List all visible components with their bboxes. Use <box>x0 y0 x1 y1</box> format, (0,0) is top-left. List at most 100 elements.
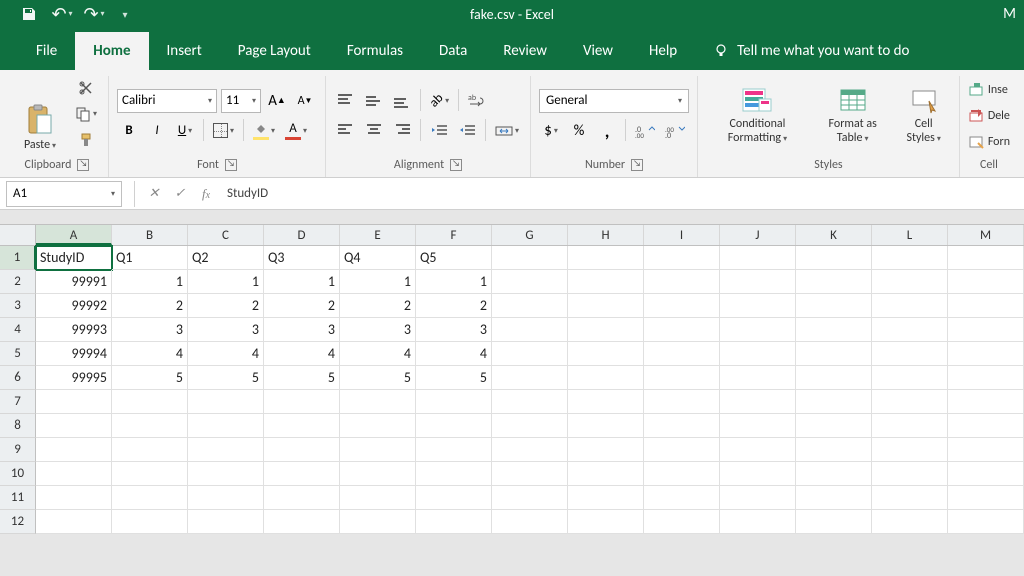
cell[interactable] <box>492 342 568 366</box>
cell[interactable] <box>720 414 796 438</box>
row-header[interactable]: 2 <box>0 270 36 294</box>
cell[interactable] <box>492 486 568 510</box>
cell[interactable] <box>948 318 1024 342</box>
decrease-font-button[interactable]: A▼ <box>293 89 317 113</box>
cell[interactable] <box>948 510 1024 534</box>
cell[interactable] <box>492 438 568 462</box>
cell[interactable] <box>188 414 264 438</box>
tab-data[interactable]: Data <box>421 32 485 70</box>
cell[interactable] <box>568 366 644 390</box>
cell[interactable] <box>644 270 720 294</box>
row-header[interactable]: 7 <box>0 390 36 414</box>
row-header[interactable]: 8 <box>0 414 36 438</box>
save-button[interactable] <box>18 3 40 25</box>
cell[interactable]: 4 <box>264 342 340 366</box>
cell[interactable] <box>948 462 1024 486</box>
accounting-format-button[interactable]: $▾ <box>539 119 563 143</box>
cell[interactable] <box>720 294 796 318</box>
cell[interactable] <box>112 438 188 462</box>
cell[interactable] <box>264 414 340 438</box>
row-header[interactable]: 1 <box>0 246 36 270</box>
cell[interactable] <box>872 342 948 366</box>
cell[interactable] <box>948 390 1024 414</box>
clipboard-dialog-launcher[interactable] <box>77 159 89 171</box>
cell[interactable] <box>568 270 644 294</box>
decrease-indent-button[interactable] <box>427 119 451 143</box>
col-header[interactable]: G <box>492 225 568 245</box>
cell[interactable]: Q3 <box>264 246 340 270</box>
cell[interactable] <box>872 390 948 414</box>
cell[interactable] <box>36 414 112 438</box>
cell[interactable]: Q1 <box>112 246 188 270</box>
cell[interactable]: 99992 <box>36 294 112 318</box>
cell[interactable] <box>112 510 188 534</box>
cell[interactable] <box>568 486 644 510</box>
cell[interactable] <box>36 486 112 510</box>
cell[interactable]: 4 <box>112 342 188 366</box>
cell[interactable] <box>872 270 948 294</box>
font-name-select[interactable]: Calibri▾ <box>117 89 217 113</box>
cell[interactable] <box>644 318 720 342</box>
col-header[interactable]: L <box>872 225 948 245</box>
cell[interactable] <box>796 318 872 342</box>
cell[interactable]: 2 <box>416 294 492 318</box>
cell[interactable] <box>112 390 188 414</box>
cell[interactable] <box>720 438 796 462</box>
cell[interactable] <box>416 414 492 438</box>
cell[interactable] <box>948 270 1024 294</box>
cell[interactable] <box>340 390 416 414</box>
cell[interactable] <box>720 342 796 366</box>
cell[interactable] <box>644 342 720 366</box>
cell[interactable] <box>340 438 416 462</box>
row-header[interactable]: 5 <box>0 342 36 366</box>
cell[interactable] <box>872 462 948 486</box>
cell[interactable]: 2 <box>264 294 340 318</box>
cell[interactable] <box>568 390 644 414</box>
cell[interactable] <box>492 510 568 534</box>
row-header[interactable]: 3 <box>0 294 36 318</box>
cell[interactable]: 2 <box>112 294 188 318</box>
cell[interactable]: Q2 <box>188 246 264 270</box>
cell[interactable]: 3 <box>264 318 340 342</box>
cell[interactable] <box>492 246 568 270</box>
cell[interactable] <box>340 414 416 438</box>
cell[interactable] <box>948 366 1024 390</box>
underline-button[interactable]: U▾ <box>173 119 197 143</box>
cell[interactable] <box>264 462 340 486</box>
cell[interactable] <box>948 486 1024 510</box>
cell[interactable] <box>188 462 264 486</box>
cell[interactable]: 3 <box>188 318 264 342</box>
align-right-button[interactable] <box>390 119 414 143</box>
cell[interactable] <box>872 438 948 462</box>
cell[interactable] <box>644 438 720 462</box>
cell[interactable] <box>112 414 188 438</box>
cell[interactable] <box>644 462 720 486</box>
italic-button[interactable]: I <box>145 119 169 143</box>
cell[interactable]: 99993 <box>36 318 112 342</box>
cell[interactable] <box>492 462 568 486</box>
cell[interactable]: StudyID <box>36 246 112 270</box>
qat-customize[interactable]: ▾ <box>114 3 136 25</box>
cell[interactable] <box>492 390 568 414</box>
cell[interactable] <box>644 390 720 414</box>
col-header[interactable]: B <box>112 225 188 245</box>
align-middle-button[interactable] <box>362 89 386 113</box>
name-box[interactable]: A1▾ <box>6 181 122 207</box>
cell[interactable]: 99994 <box>36 342 112 366</box>
font-color-button[interactable]: A▾ <box>282 119 310 143</box>
tab-home[interactable]: Home <box>75 32 148 70</box>
cell[interactable] <box>796 294 872 318</box>
cell[interactable] <box>872 318 948 342</box>
cell[interactable] <box>948 414 1024 438</box>
cell[interactable] <box>188 390 264 414</box>
cell[interactable] <box>264 510 340 534</box>
cell[interactable] <box>948 294 1024 318</box>
cell[interactable] <box>872 294 948 318</box>
cell[interactable]: 1 <box>264 270 340 294</box>
cell[interactable] <box>568 438 644 462</box>
cell[interactable] <box>948 342 1024 366</box>
row-header[interactable]: 6 <box>0 366 36 390</box>
cell[interactable]: 3 <box>416 318 492 342</box>
tab-formulas[interactable]: Formulas <box>329 32 421 70</box>
insert-cells-button[interactable]: Inse <box>968 78 1008 102</box>
